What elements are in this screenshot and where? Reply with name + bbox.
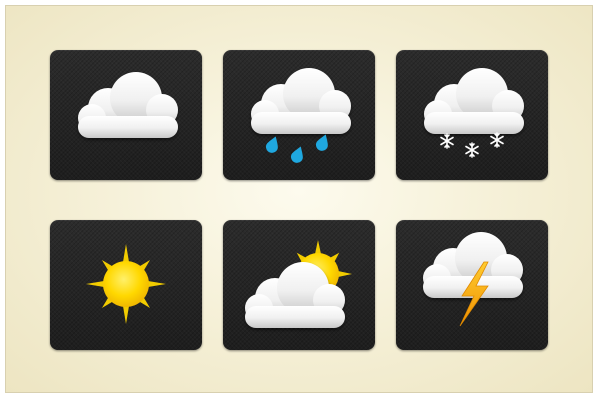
weather-tile-sunny[interactable] — [50, 220, 202, 350]
sun-icon — [86, 244, 166, 324]
snow-cloud-icon — [424, 68, 524, 158]
cloud-icon — [78, 72, 178, 138]
weather-tile-partly-cloudy[interactable] — [223, 220, 375, 350]
weather-tile-snow[interactable] — [396, 50, 548, 180]
weather-tile-rain[interactable] — [223, 50, 375, 180]
rain-cloud-icon — [251, 68, 351, 163]
weather-tile-thunderstorm[interactable] — [396, 220, 548, 350]
rain-drops — [265, 134, 328, 163]
thunder-cloud-icon — [423, 232, 523, 327]
partly-cloudy-icon — [245, 240, 352, 328]
weather-tile-cloudy[interactable] — [50, 50, 202, 180]
